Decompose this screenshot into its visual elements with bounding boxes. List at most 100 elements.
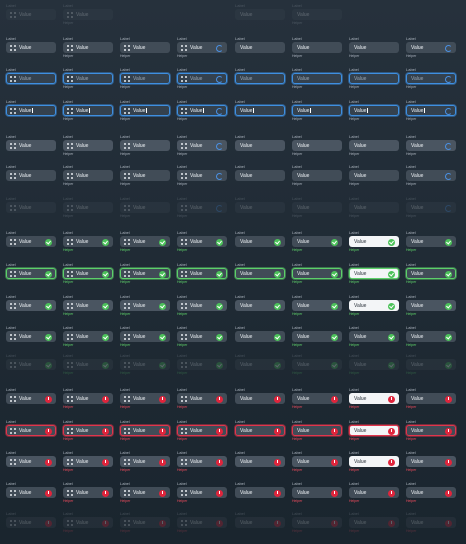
text-input[interactable]: Value [406, 202, 456, 213]
text-input[interactable]: Value [349, 202, 399, 213]
text-input[interactable]: Value [63, 393, 113, 404]
text-input[interactable]: Value [406, 140, 456, 151]
text-input[interactable]: Value [6, 517, 56, 528]
text-input[interactable]: Value [177, 425, 227, 436]
text-input[interactable]: Value [177, 268, 227, 279]
text-input[interactable]: Value [406, 456, 456, 467]
text-input[interactable]: Value [292, 140, 342, 151]
text-input[interactable]: Value [292, 9, 342, 20]
text-input[interactable]: Value [63, 425, 113, 436]
text-input[interactable]: Value [63, 300, 113, 311]
text-input[interactable]: Value [235, 425, 285, 436]
text-input[interactable]: Value [177, 487, 227, 498]
text-input[interactable]: Value [177, 456, 227, 467]
text-input[interactable]: Value [63, 268, 113, 279]
text-input[interactable]: Value [177, 331, 227, 342]
text-input[interactable]: Value [349, 42, 399, 53]
text-input[interactable]: Value [120, 517, 170, 528]
text-input[interactable]: Value [120, 300, 170, 311]
text-input[interactable]: Value [6, 9, 56, 20]
text-input[interactable]: Value [235, 300, 285, 311]
text-input[interactable]: Value [349, 140, 399, 151]
text-input[interactable]: Value [406, 487, 456, 498]
text-input[interactable]: Value [292, 517, 342, 528]
text-input[interactable]: Value [292, 393, 342, 404]
text-input[interactable]: Value [63, 517, 113, 528]
text-input[interactable]: Value [120, 456, 170, 467]
text-input[interactable]: Value [63, 140, 113, 151]
text-input[interactable]: Value [120, 236, 170, 247]
text-input[interactable]: Value [63, 236, 113, 247]
text-input[interactable]: Value [292, 300, 342, 311]
text-input[interactable]: Value [177, 359, 227, 370]
text-input[interactable]: Value [63, 202, 113, 213]
text-input[interactable]: Value [406, 268, 456, 279]
text-input[interactable]: Value [349, 487, 399, 498]
text-input[interactable]: Value [177, 42, 227, 53]
text-input[interactable]: Value [63, 331, 113, 342]
text-input[interactable]: Value [235, 517, 285, 528]
text-input[interactable]: Value [120, 425, 170, 436]
text-input[interactable]: Value [292, 359, 342, 370]
text-input[interactable]: Value [349, 236, 399, 247]
text-input[interactable]: Value [235, 487, 285, 498]
text-input[interactable]: Value [292, 236, 342, 247]
text-input[interactable]: Value [292, 170, 342, 181]
text-input[interactable]: Value [292, 105, 342, 116]
text-input[interactable]: Value [177, 170, 227, 181]
text-input[interactable]: Value [6, 393, 56, 404]
text-input[interactable]: Value [120, 42, 170, 53]
text-input[interactable]: Value [63, 487, 113, 498]
text-input[interactable]: Value [120, 105, 170, 116]
text-input[interactable]: Value [235, 359, 285, 370]
text-input[interactable]: Value [120, 140, 170, 151]
text-input[interactable]: Value [63, 42, 113, 53]
text-input[interactable]: Value [120, 331, 170, 342]
text-input[interactable]: Value [6, 300, 56, 311]
text-input[interactable]: Value [406, 105, 456, 116]
text-input[interactable]: Value [120, 73, 170, 84]
text-input[interactable]: Value [6, 456, 56, 467]
text-input[interactable]: Value [292, 202, 342, 213]
text-input[interactable]: Value [235, 140, 285, 151]
text-input[interactable]: Value [6, 236, 56, 247]
text-input[interactable]: Value [406, 359, 456, 370]
text-input[interactable]: Value [292, 456, 342, 467]
text-input[interactable]: Value [349, 170, 399, 181]
text-input[interactable]: Value [292, 42, 342, 53]
text-input[interactable]: Value [292, 487, 342, 498]
text-input[interactable]: Value [6, 425, 56, 436]
text-input[interactable]: Value [349, 393, 399, 404]
text-input[interactable]: Value [63, 73, 113, 84]
text-input[interactable]: Value [349, 359, 399, 370]
text-input[interactable]: Value [177, 517, 227, 528]
text-input[interactable]: Value [406, 170, 456, 181]
text-input[interactable]: Value [349, 300, 399, 311]
text-input[interactable]: Value [235, 456, 285, 467]
text-input[interactable]: Value [6, 331, 56, 342]
text-input[interactable]: Value [6, 42, 56, 53]
text-input[interactable]: Value [235, 331, 285, 342]
text-input[interactable]: Value [406, 393, 456, 404]
text-input[interactable]: Value [6, 487, 56, 498]
text-input[interactable]: Value [120, 393, 170, 404]
text-input[interactable]: Value [6, 105, 56, 116]
text-input[interactable]: Value [292, 268, 342, 279]
text-input[interactable]: Value [177, 236, 227, 247]
text-input[interactable]: Value [349, 456, 399, 467]
text-input[interactable]: Value [235, 268, 285, 279]
text-input[interactable]: Value [6, 140, 56, 151]
text-input[interactable]: Value [406, 331, 456, 342]
text-input[interactable]: Value [235, 202, 285, 213]
text-input[interactable]: Value [6, 73, 56, 84]
text-input[interactable]: Value [120, 359, 170, 370]
text-input[interactable]: Value [120, 487, 170, 498]
text-input[interactable]: Value [406, 300, 456, 311]
text-input[interactable]: Value [235, 105, 285, 116]
text-input[interactable]: Value [406, 42, 456, 53]
text-input[interactable]: Value [235, 236, 285, 247]
text-input[interactable]: Value [292, 331, 342, 342]
text-input[interactable]: Value [292, 73, 342, 84]
text-input[interactable]: Value [177, 140, 227, 151]
text-input[interactable]: Value [6, 268, 56, 279]
